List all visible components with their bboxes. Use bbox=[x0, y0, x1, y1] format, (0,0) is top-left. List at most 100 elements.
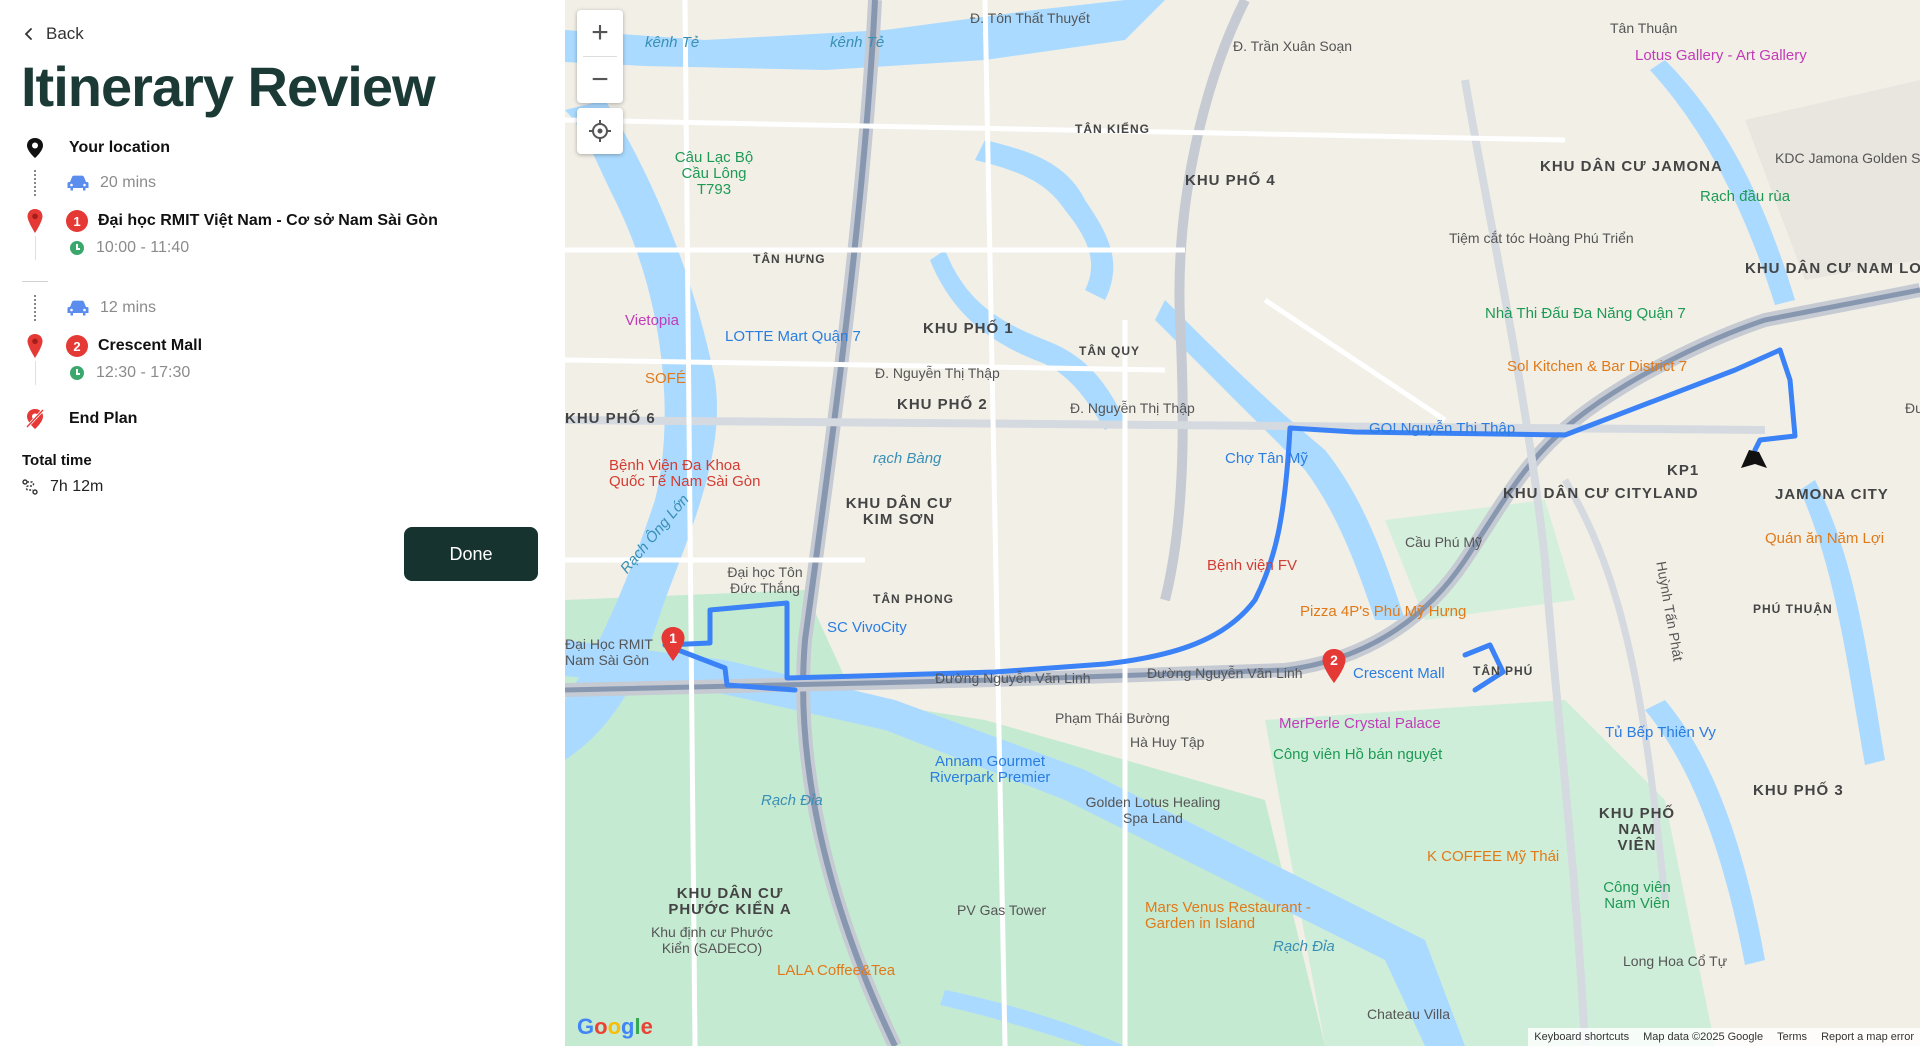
stop1-row[interactable]: 1 Đại học RMIT Việt Nam - Cơ sở Nam Sài … bbox=[66, 210, 438, 232]
map-poi-label[interactable]: SOFÉ bbox=[645, 370, 686, 387]
map-poi-label[interactable]: Crescent Mall bbox=[1353, 665, 1445, 682]
map-road-label: Đường Nguyễn Văn Linh bbox=[1147, 665, 1303, 681]
map-poi-label[interactable]: Annam Gourmet Riverpark Premier bbox=[915, 754, 1065, 786]
start-location-label: Your location bbox=[69, 139, 171, 156]
car-icon bbox=[67, 175, 89, 191]
back-button[interactable]: Back bbox=[22, 24, 84, 44]
leg1-row: 20 mins bbox=[67, 174, 156, 192]
map-district-label: KHU DÂN CƯ KIM SƠN bbox=[845, 495, 953, 528]
map-label: Rạch đầu rùa bbox=[1700, 188, 1791, 205]
itinerary-panel: Back Itinerary Review Your location 20 m… bbox=[0, 0, 565, 1046]
map-view[interactable]: Đ. Tôn Thất Thuyết kênh Tẻ kênh Tẻ Đ. Tr… bbox=[565, 0, 1920, 1046]
map-district-label: KHU DÂN CƯ PHƯỚC KIỂN A bbox=[668, 885, 792, 918]
map-poi-label[interactable]: Pizza 4P's Phú Mỹ Hưng bbox=[1300, 603, 1466, 620]
report-error-link[interactable]: Report a map error bbox=[1821, 1031, 1914, 1043]
map-district-label: TÂN KIỂNG bbox=[1075, 122, 1150, 136]
map-poi-label[interactable]: GO! Nguyễn Thị Thập bbox=[1369, 420, 1515, 437]
total-time-value: 7h 12m bbox=[50, 478, 104, 495]
leg2-duration: 12 mins bbox=[100, 299, 157, 316]
keyboard-shortcuts-link[interactable]: Keyboard shortcuts bbox=[1534, 1031, 1629, 1043]
stop2-connector bbox=[35, 361, 36, 385]
map-poi-label[interactable]: MerPerle Crystal Palace bbox=[1279, 715, 1441, 732]
map-poi-label[interactable]: Đại học Tôn Đức Thắng bbox=[715, 564, 815, 596]
location-off-icon bbox=[25, 408, 45, 429]
map-poi-label[interactable]: Sol Kitchen & Bar District 7 bbox=[1507, 358, 1687, 375]
stop1-connector bbox=[35, 236, 36, 260]
end-plan-row: End Plan bbox=[25, 408, 137, 430]
stop1-name: Đại học RMIT Việt Nam - Cơ sở Nam Sài Gò… bbox=[98, 212, 438, 229]
map-poi-label[interactable]: Long Hoa Cổ Tự bbox=[1623, 953, 1727, 969]
map-district-label: KHU DÂN CƯ CITYLAND bbox=[1503, 485, 1699, 502]
map-poi-label[interactable]: Golden Lotus Healing Spa Land bbox=[1083, 794, 1223, 826]
map-poi-label[interactable]: KDC Jamona Golden Silk bbox=[1775, 150, 1920, 166]
map-poi-label[interactable]: LOTTE Mart Quận 7 bbox=[725, 328, 861, 345]
map-poi-label[interactable]: SC VivoCity bbox=[827, 619, 907, 636]
google-logo: Google bbox=[577, 1014, 653, 1039]
map-poi-label[interactable]: Tủ Bếp Thiên Vy bbox=[1605, 724, 1716, 741]
stop2-row[interactable]: 2 Crescent Mall bbox=[66, 335, 202, 357]
map-district-label: KHU PHỐ 6 bbox=[565, 410, 656, 427]
map-district-label: TÂN PHÚ bbox=[1473, 664, 1534, 678]
start-location-row: Your location bbox=[25, 137, 170, 159]
user-location-marker[interactable] bbox=[1737, 446, 1771, 472]
map-poi-label[interactable]: Tiệm cắt tóc Hoàng Phú Triển bbox=[1449, 230, 1634, 246]
map-poi-label[interactable]: Đại Học RMIT Nam Sài Gòn bbox=[565, 636, 665, 668]
map-road-label: Phạm Thái Bường bbox=[1055, 710, 1170, 726]
stop2-name: Crescent Mall bbox=[98, 337, 203, 354]
stop1-time-row: 10:00 - 11:40 bbox=[70, 239, 189, 257]
map-stop-marker[interactable]: 1 bbox=[660, 626, 686, 662]
map-district-label: PHÚ THUẬN bbox=[1753, 602, 1833, 616]
chevron-left-icon bbox=[24, 28, 32, 40]
stop2-time-row: 12:30 - 17:30 bbox=[70, 364, 190, 382]
map-label: kênh Tẻ bbox=[830, 34, 885, 51]
map-poi-label[interactable]: Khu định cư Phước Kiển (SADECO) bbox=[637, 924, 787, 956]
red-pin-icon bbox=[27, 334, 43, 358]
zoom-in-button[interactable]: + bbox=[577, 10, 623, 56]
red-pin-icon bbox=[27, 209, 43, 233]
map-poi-label[interactable]: Mars Venus Restaurant - Garden in Island bbox=[1145, 900, 1320, 932]
total-time-label: Total time bbox=[22, 452, 92, 469]
map-poi-label[interactable]: Bệnh viện FV bbox=[1207, 557, 1297, 574]
map-district-label: JAMONA CITY bbox=[1775, 486, 1889, 503]
map-poi-label[interactable]: Câu Lạc Bộ Cầu Lông T793 bbox=[669, 150, 759, 198]
stop1-number-badge: 1 bbox=[66, 210, 88, 232]
map-district-label: KHU PHỐ NAM VIÊN bbox=[1598, 805, 1676, 854]
map-poi-label[interactable]: Quán ăn Năm Lợi bbox=[1765, 530, 1884, 547]
map-label: Rạch Đỉa bbox=[1273, 938, 1335, 955]
map-poi-label[interactable]: Công viên Hồ bán nguyệt bbox=[1273, 746, 1442, 763]
zoom-out-button[interactable]: − bbox=[577, 57, 623, 103]
map-poi-label[interactable]: Bệnh Viện Đa Khoa Quốc Tế Nam Sài Gòn bbox=[609, 458, 779, 490]
map-poi-label[interactable]: Chợ Tân Mỹ bbox=[1225, 450, 1308, 467]
map-poi-label[interactable]: Vietopia bbox=[625, 312, 679, 329]
map-road-label: Đường Nguyễn Văn Linh bbox=[935, 670, 1091, 686]
terms-link[interactable]: Terms bbox=[1777, 1031, 1807, 1043]
map-poi-label[interactable]: LALA Coffee&Tea bbox=[777, 962, 895, 979]
map-district-label: KHU PHỐ 4 bbox=[1185, 172, 1276, 189]
divider bbox=[22, 281, 48, 282]
map-district-label: KHU PHỐ 1 bbox=[923, 320, 1014, 337]
map-district-label: KHU PHỐ 2 bbox=[897, 396, 988, 413]
map-label: kênh Tẻ bbox=[645, 34, 700, 51]
car-icon bbox=[67, 300, 89, 316]
map-poi-label[interactable]: Nhà Thi Đấu Đa Năng Quận 7 bbox=[1485, 305, 1686, 322]
map-poi-label[interactable]: Chateau Villa bbox=[1367, 1006, 1450, 1022]
map-label: Cầu Phú Mỹ bbox=[1405, 534, 1483, 550]
route-connector bbox=[34, 170, 36, 196]
location-pin-icon bbox=[27, 138, 43, 158]
map-poi-label[interactable]: Lotus Gallery - Art Gallery bbox=[1635, 48, 1807, 64]
map-stop-number: 2 bbox=[1330, 652, 1338, 668]
map-poi-label[interactable]: K COFFEE Mỹ Thái bbox=[1427, 848, 1559, 865]
map-data-text: Map data ©2025 Google bbox=[1643, 1031, 1764, 1043]
my-location-button[interactable] bbox=[577, 108, 623, 154]
route-icon bbox=[22, 479, 38, 495]
map-poi-label[interactable]: PV Gas Tower bbox=[957, 902, 1046, 918]
map-district-label: KHU DÂN CƯ NAM LONG bbox=[1745, 260, 1920, 277]
map-label: Đ. Trần Xuân Soạn bbox=[1233, 38, 1353, 54]
map-label: Đ. Tôn Thất Thuyết bbox=[970, 10, 1090, 26]
map-poi-label[interactable]: Công viên Nam Viên bbox=[1597, 880, 1677, 912]
leg1-duration: 20 mins bbox=[100, 174, 157, 191]
map-stop-marker[interactable]: 2 bbox=[1321, 648, 1347, 684]
done-button[interactable]: Done bbox=[404, 527, 538, 581]
clock-icon bbox=[70, 366, 84, 380]
map-district-label: KP1 bbox=[1667, 462, 1700, 479]
